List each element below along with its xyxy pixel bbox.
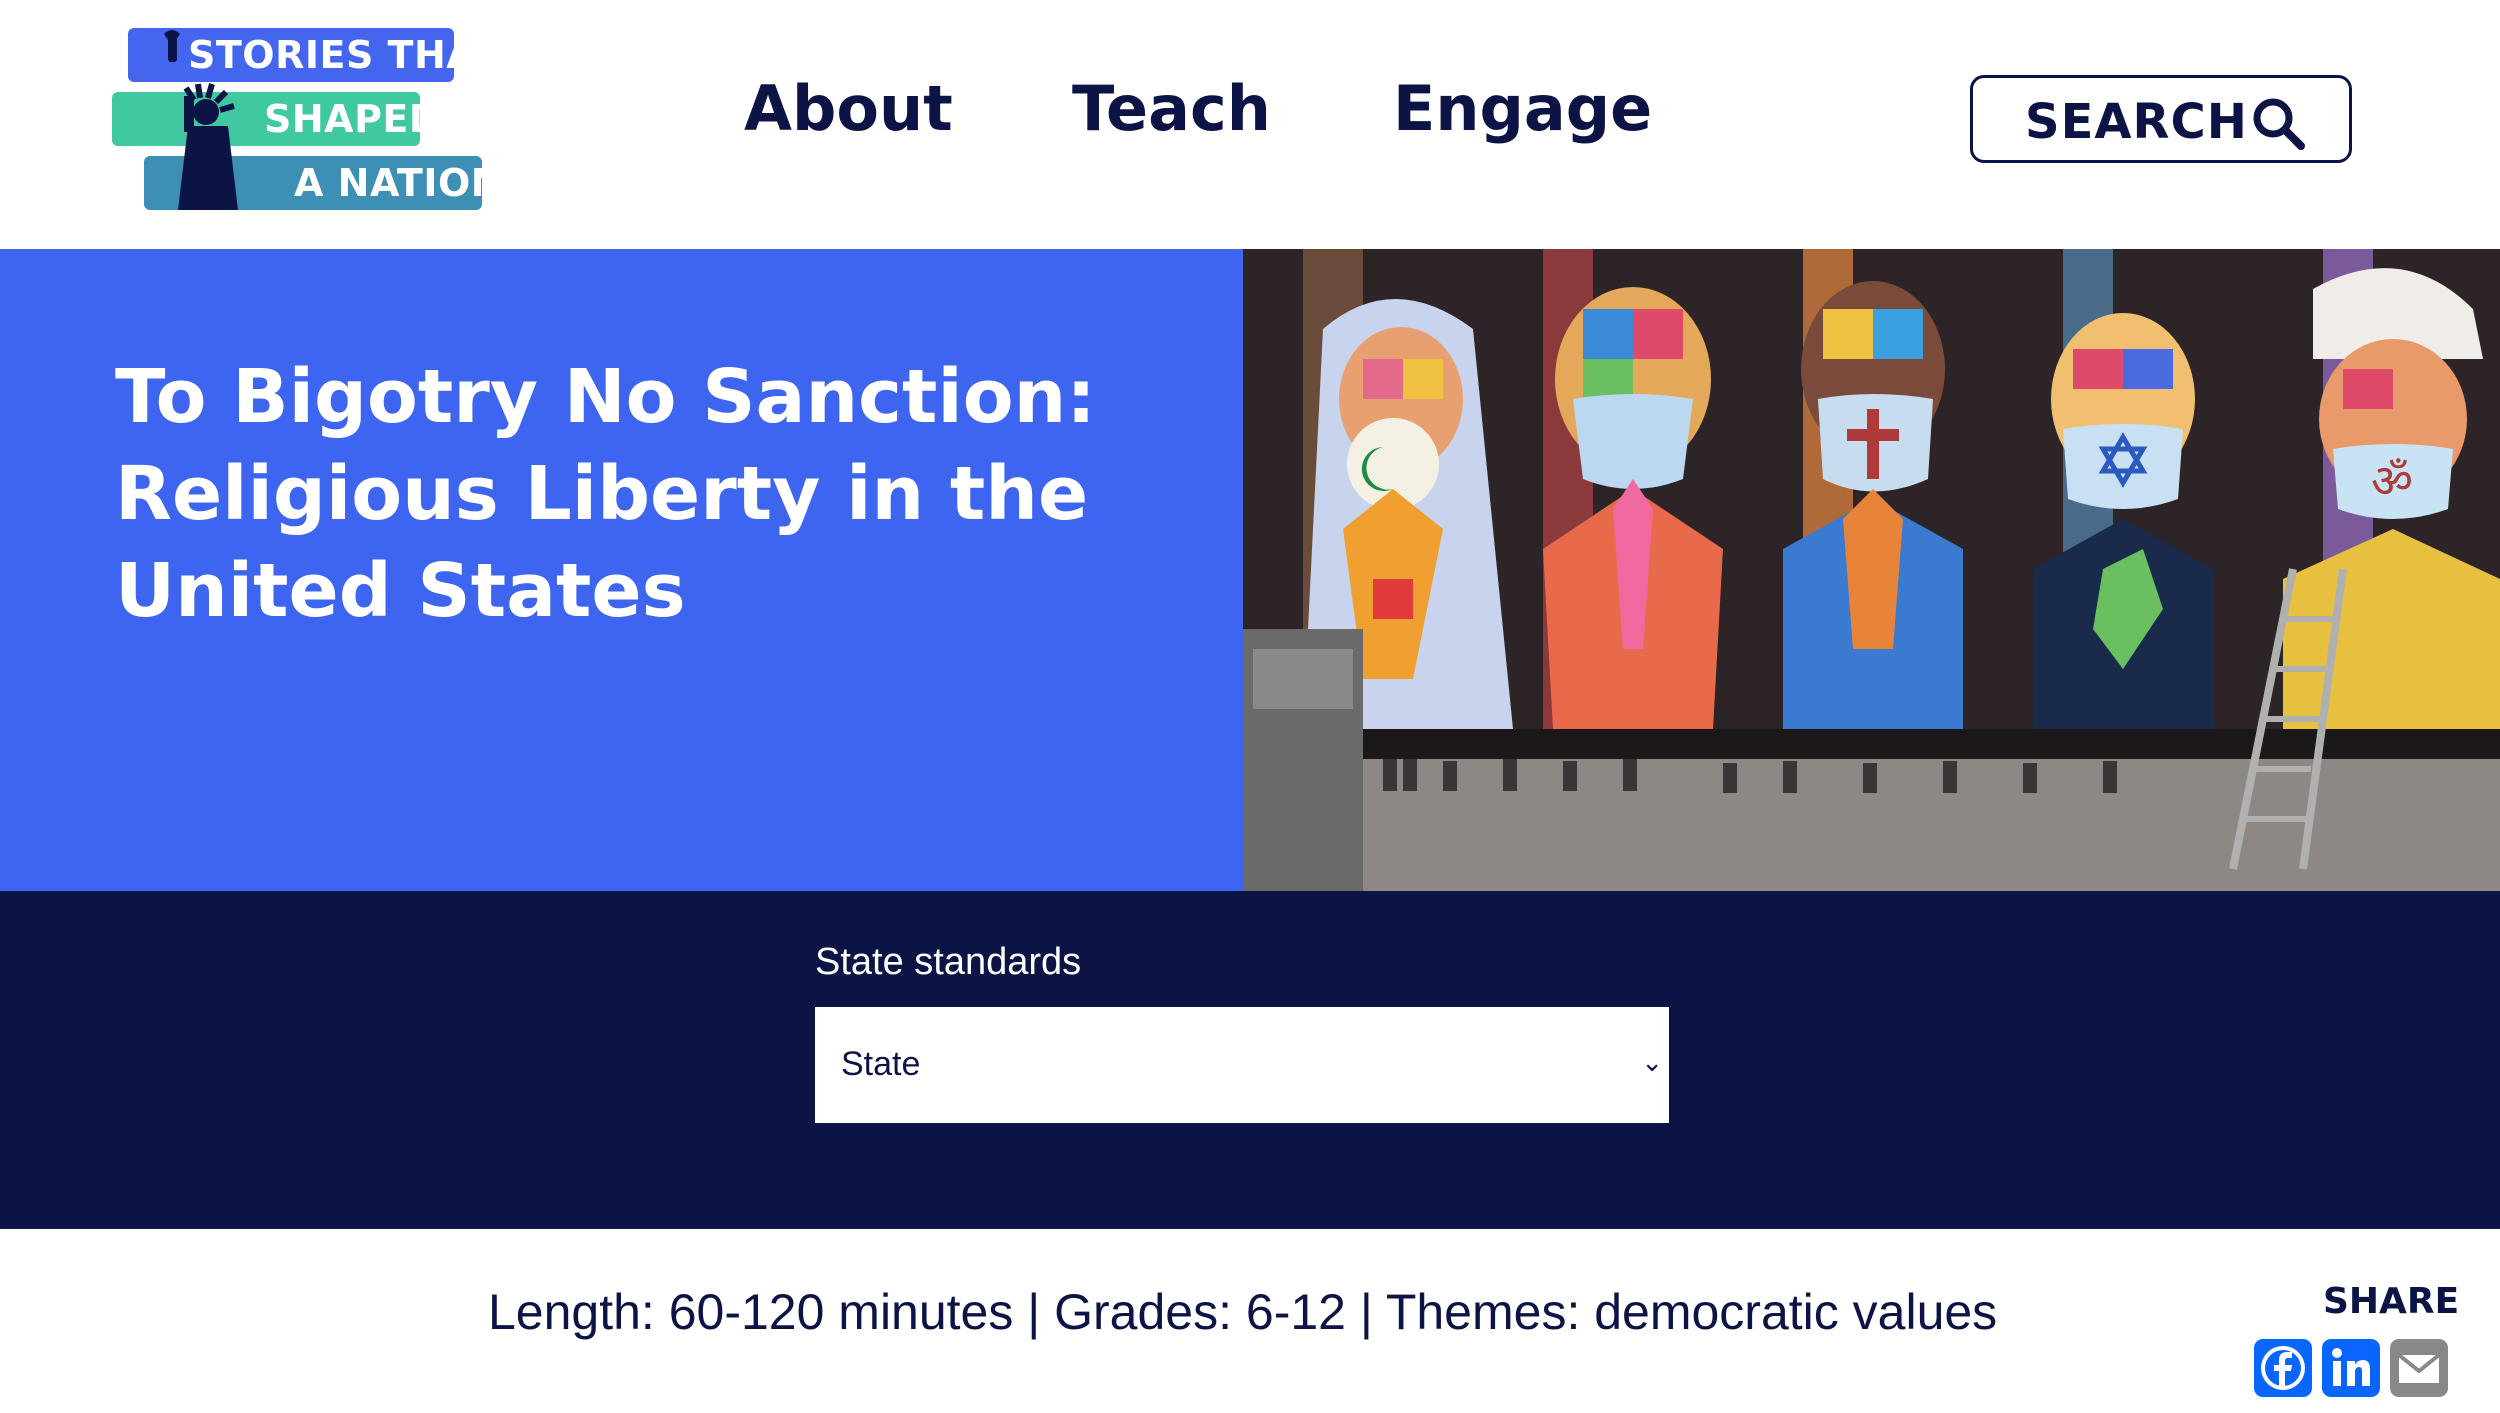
mural-image: ॐ [1243,249,2500,891]
chevron-down-icon: ⌄ [1641,1047,1663,1077]
lesson-meta: Length: 60-120 minutes | Grades: 6-12 | … [0,1229,2500,1413]
nav-teach[interactable]: Teach [1072,72,1271,145]
site-logo[interactable]: STORIES THAT SHAPED A NATION [112,28,503,212]
email-icon[interactable] [2390,1339,2448,1397]
site-header: STORIES THAT SHAPED A NATION About Teach… [0,0,2500,249]
lesson-details: Length: 60-120 minutes | Grades: 6-12 | … [488,1284,1998,1340]
facebook-icon[interactable] [2254,1339,2312,1397]
state-select-value: State [841,1045,921,1083]
search-label: SEARCH [2025,94,2248,150]
page-title: To Bigotry No Sanction: Religious Libert… [115,354,1096,634]
state-select[interactable]: State ⌄ [815,1007,1669,1123]
nav-engage[interactable]: Engage [1393,72,1652,145]
statue-of-liberty-icon [164,30,238,210]
linkedin-icon[interactable] [2322,1339,2380,1397]
search-button[interactable]: SEARCH [1970,75,2352,163]
state-standards-label: State standards [815,941,1082,983]
svg-text:ॐ: ॐ [2371,454,2413,508]
hero-banner: To Bigotry No Sanction: Religious Libert… [0,249,1243,891]
search-icon [2253,98,2305,150]
share-label: SHARE [2323,1281,2460,1322]
state-standards-section: State standards State ⌄ [0,891,2500,1229]
hero-image: ॐ [1243,249,2500,891]
nav-about[interactable]: About [744,72,953,145]
